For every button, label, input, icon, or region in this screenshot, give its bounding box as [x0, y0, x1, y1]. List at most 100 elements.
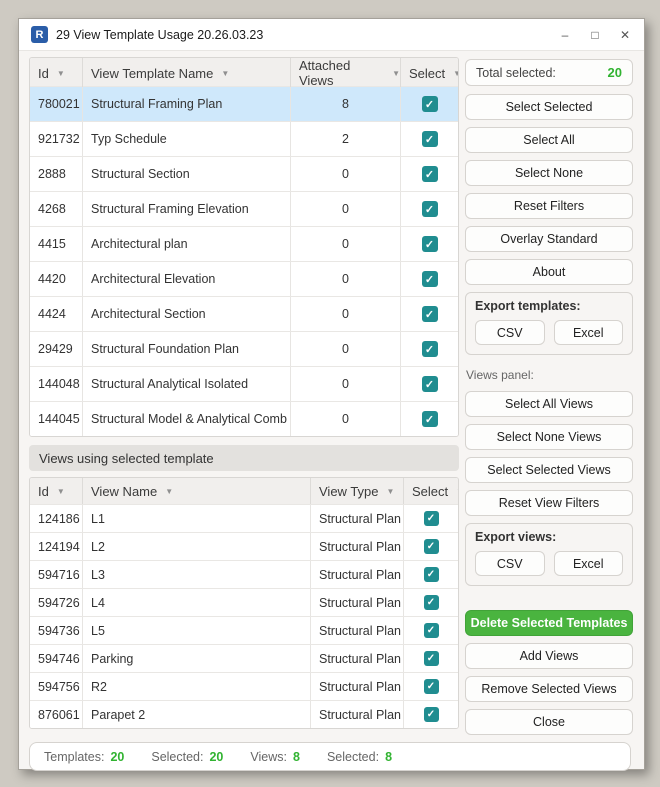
- filter-dropdown-icon[interactable]: ▼: [165, 487, 173, 496]
- export-views-excel-button[interactable]: Excel: [553, 551, 623, 576]
- table-row[interactable]: 594756 R2 Structural Plan ✓: [30, 672, 458, 700]
- table-row[interactable]: 144048 Structural Analytical Isolated 0 ✓: [30, 366, 458, 401]
- cell-select: ✓: [400, 227, 458, 261]
- checkbox-checked-icon[interactable]: ✓: [421, 236, 438, 252]
- cell-attached-views: 0: [290, 157, 400, 191]
- table-row[interactable]: 594716 L3 Structural Plan ✓: [30, 560, 458, 588]
- table-row[interactable]: 594736 L5 Structural Plan ✓: [30, 616, 458, 644]
- select-none-views-button[interactable]: Select None Views: [465, 424, 633, 450]
- status-item-selected: Selected: 8: [327, 750, 392, 764]
- cell-select: ✓: [400, 157, 458, 191]
- table-row[interactable]: 4424 Architectural Section 0 ✓: [30, 296, 458, 331]
- cell-attached-views: 2: [290, 122, 400, 156]
- export-views-buttons: CSV Excel: [475, 551, 623, 576]
- select-all-button[interactable]: Select All: [465, 127, 633, 153]
- table-row[interactable]: 594746 Parking Structural Plan ✓: [30, 644, 458, 672]
- export-templates-excel-button[interactable]: Excel: [553, 320, 623, 345]
- filter-dropdown-icon[interactable]: ▼: [57, 487, 65, 496]
- checkbox-checked-icon[interactable]: ✓: [421, 411, 438, 427]
- cell-id: 4420: [38, 272, 66, 286]
- table-row[interactable]: 4268 Structural Framing Elevation 0 ✓: [30, 191, 458, 226]
- checkbox-checked-icon[interactable]: ✓: [423, 511, 439, 526]
- cell-id: 4424: [38, 307, 66, 321]
- table-row[interactable]: 4420 Architectural Elevation 0 ✓: [30, 261, 458, 296]
- cell-select: ✓: [403, 673, 458, 700]
- filter-dropdown-icon[interactable]: ▼: [392, 69, 400, 78]
- select-all-views-button[interactable]: Select All Views: [465, 391, 633, 417]
- checkbox-checked-icon[interactable]: ✓: [421, 376, 438, 392]
- checkbox-checked-icon[interactable]: ✓: [423, 651, 439, 666]
- reset-view-filters-button[interactable]: Reset View Filters: [465, 490, 633, 516]
- table-row[interactable]: 124194 L2 Structural Plan ✓: [30, 532, 458, 560]
- export-templates-csv-button[interactable]: CSV: [475, 320, 545, 345]
- side-panel: Total selected: 20 Select Selected Select…: [465, 57, 633, 742]
- select-none-button[interactable]: Select None: [465, 160, 633, 186]
- column-header-view-name: View Name ▼: [82, 478, 310, 504]
- filter-dropdown-icon[interactable]: ▼: [456, 487, 458, 496]
- checkbox-checked-icon[interactable]: ✓: [421, 131, 438, 147]
- filter-dropdown-icon[interactable]: ▼: [453, 69, 458, 78]
- cell-id: 921732: [38, 132, 80, 146]
- cell-name: Architectural plan: [82, 227, 290, 261]
- cell-name: Architectural Elevation: [82, 262, 290, 296]
- checkbox-checked-icon[interactable]: ✓: [423, 679, 439, 694]
- table-row[interactable]: 594726 L4 Structural Plan ✓: [30, 588, 458, 616]
- checkbox-checked-icon[interactable]: ✓: [421, 306, 438, 322]
- reset-filters-button[interactable]: Reset Filters: [465, 193, 633, 219]
- checkbox-checked-icon[interactable]: ✓: [421, 271, 438, 287]
- maximize-button[interactable]: □: [580, 23, 610, 47]
- close-button[interactable]: Close: [465, 709, 633, 735]
- status-value: 20: [209, 749, 224, 764]
- cell-type: Structural Plan: [310, 701, 403, 728]
- cell-name: Parking: [82, 645, 310, 672]
- table-row[interactable]: 921732 Typ Schedule 2 ✓: [30, 121, 458, 156]
- select-selected-button[interactable]: Select Selected: [465, 94, 633, 120]
- cell-name: Structural Foundation Plan: [82, 332, 290, 366]
- table-row[interactable]: 4415 Architectural plan 0 ✓: [30, 226, 458, 261]
- template-actions: Select Selected Select All Select None Rese…: [465, 94, 633, 292]
- cell-attached-views: 0: [290, 367, 400, 401]
- filter-dropdown-icon[interactable]: ▼: [57, 69, 65, 78]
- table-row[interactable]: 144045 Structural Model & Analytical Comb…: [30, 401, 458, 436]
- app-window: R 29 View Template Usage 20.26.03.23 – □…: [18, 18, 645, 771]
- table-row[interactable]: 29429 Structural Foundation Plan 0 ✓: [30, 331, 458, 366]
- checkbox-checked-icon[interactable]: ✓: [421, 166, 438, 182]
- templates-table-header: Id ▼ View Template Name ▼ Attached Views ▼ Sel…: [30, 58, 458, 88]
- close-button[interactable]: ✕: [610, 23, 640, 47]
- status-item-selected: Selected: 20: [151, 750, 223, 764]
- checkbox-checked-icon[interactable]: ✓: [421, 201, 438, 217]
- table-row[interactable]: 2888 Structural Section 0 ✓: [30, 156, 458, 191]
- table-row[interactable]: 876061 Parapet 2 Structural Plan ✓: [30, 700, 458, 728]
- minimize-button[interactable]: –: [550, 23, 580, 47]
- checkbox-checked-icon[interactable]: ✓: [423, 595, 439, 610]
- checkbox-checked-icon[interactable]: ✓: [423, 539, 439, 554]
- overlay-standard-button[interactable]: Overlay Standard: [465, 226, 633, 252]
- cell-name: L2: [82, 533, 310, 560]
- checkbox-checked-icon[interactable]: ✓: [421, 341, 438, 357]
- table-row[interactable]: 780021 Structural Framing Plan 8 ✓: [30, 86, 458, 121]
- checkbox-checked-icon[interactable]: ✓: [423, 567, 439, 582]
- filter-dropdown-icon[interactable]: ▼: [387, 487, 395, 496]
- cell-id: 594736: [38, 623, 80, 638]
- cell-select: ✓: [403, 645, 458, 672]
- filter-dropdown-icon[interactable]: ▼: [221, 69, 229, 78]
- select-selected-views-button[interactable]: Select Selected Views: [465, 457, 633, 483]
- about-button[interactable]: About: [465, 259, 633, 285]
- bottom-actions: Add Views Remove Selected Views Close: [465, 643, 633, 742]
- table-row[interactable]: 124186 L1 Structural Plan ✓: [30, 504, 458, 532]
- delete-selected-templates-button[interactable]: Delete Selected Templates: [465, 610, 633, 636]
- window-title: 29 View Template Usage 20.26.03.23: [56, 27, 264, 42]
- checkbox-checked-icon[interactable]: ✓: [423, 707, 439, 722]
- cell-name: L5: [82, 617, 310, 644]
- export-views-csv-button[interactable]: CSV: [475, 551, 545, 576]
- remove-selected-views-button[interactable]: Remove Selected Views: [465, 676, 633, 702]
- checkbox-checked-icon[interactable]: ✓: [421, 96, 438, 112]
- tables-column: Id ▼ View Template Name ▼ Attached Views ▼ Sel…: [29, 57, 459, 742]
- column-header-label: Id: [38, 483, 49, 499]
- add-views-button[interactable]: Add Views: [465, 643, 633, 669]
- checkbox-checked-icon[interactable]: ✓: [423, 623, 439, 638]
- total-selected-value: 20: [607, 65, 622, 80]
- cell-select: ✓: [403, 701, 458, 728]
- total-selected-box: Total selected: 20: [465, 59, 633, 86]
- cell-name: Typ Schedule: [82, 122, 290, 156]
